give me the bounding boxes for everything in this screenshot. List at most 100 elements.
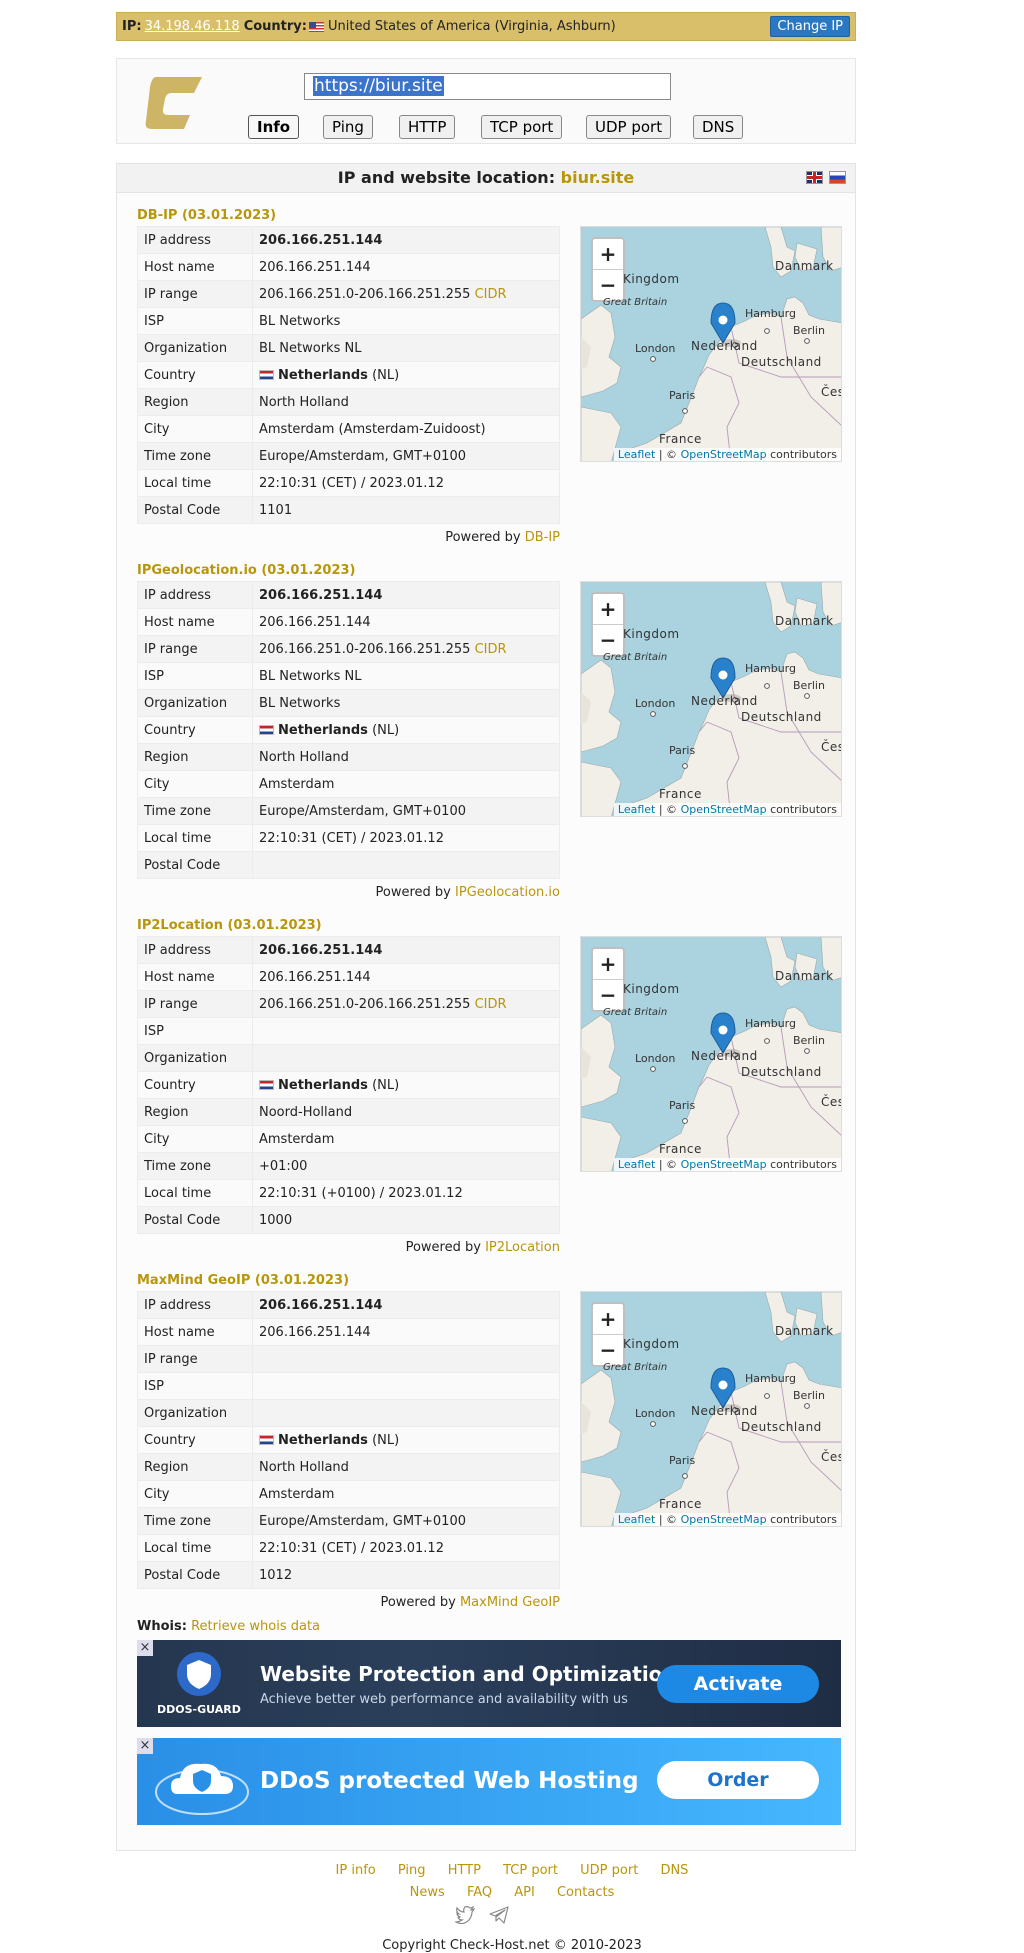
footer-link-http[interactable]: HTTP — [448, 1863, 481, 1878]
ad-ddos-hosting[interactable]: × DDoS protected Web Hosting Order — [137, 1738, 841, 1825]
whois-link[interactable]: Retrieve whois data — [191, 1619, 320, 1634]
provider-link[interactable]: IPGeolocation.io — [455, 885, 560, 900]
footer-link-api[interactable]: API — [514, 1885, 535, 1900]
provider-link[interactable]: DB-IP — [525, 530, 560, 545]
footer-link-ping[interactable]: Ping — [398, 1863, 426, 1878]
map-label: Danmark — [775, 969, 834, 983]
tab-ping[interactable]: Ping — [323, 115, 373, 139]
row-value-cell: 22:10:31 (CET) / 2023.01.12 — [252, 469, 560, 497]
row-label: Organization — [137, 1399, 253, 1427]
map-label: London — [635, 697, 676, 710]
table-row: Country Netherlands (NL) — [137, 716, 560, 744]
row-label: Local time — [137, 1534, 253, 1562]
zoom-controls: + − — [591, 1302, 625, 1367]
osm-link[interactable]: OpenStreetMap — [681, 448, 767, 461]
ad-title: Website Protection and Optimization — [260, 1662, 677, 1686]
footer-link-ip-info[interactable]: IP info — [336, 1863, 376, 1878]
provider-link[interactable]: MaxMind GeoIP — [460, 1595, 560, 1610]
leaflet-link[interactable]: Leaflet — [618, 803, 655, 816]
map-label: France — [659, 432, 702, 446]
zoom-out-button[interactable]: − — [593, 1335, 623, 1365]
row-value: 206.166.251.144 — [259, 259, 371, 275]
leaflet-link[interactable]: Leaflet — [618, 448, 655, 461]
osm-link[interactable]: OpenStreetMap — [681, 1158, 767, 1171]
footer-link-udp-port[interactable]: UDP port — [580, 1863, 638, 1878]
zoom-in-button[interactable]: + — [593, 1304, 623, 1335]
footer-link-dns[interactable]: DNS — [660, 1863, 688, 1878]
telegram-icon[interactable] — [489, 1906, 509, 1924]
footer-link-tcp-port[interactable]: TCP port — [503, 1863, 558, 1878]
row-label: City — [137, 770, 253, 798]
row-label: Postal Code — [137, 851, 253, 879]
ip-value-link[interactable]: 34.198.46.118 — [145, 19, 240, 34]
tab-info[interactable]: Info — [248, 115, 300, 139]
ad-ddos-guard[interactable]: × DDOS-GUARD Website Protection and Opti… — [137, 1640, 841, 1727]
check-host-logo-icon[interactable] — [144, 75, 204, 131]
zoom-in-button[interactable]: + — [593, 594, 623, 625]
order-button[interactable]: Order — [657, 1761, 819, 1799]
row-value: Amsterdam — [259, 1131, 335, 1147]
tab-tcp-port[interactable]: TCP port — [481, 115, 563, 139]
powered-by: Powered by MaxMind GeoIP — [137, 1595, 560, 1610]
footer-link-faq[interactable]: FAQ — [467, 1885, 492, 1900]
zoom-controls: + − — [591, 237, 625, 302]
zoom-in-button[interactable]: + — [593, 949, 623, 980]
row-value: 1101 — [259, 502, 293, 518]
cidr-link[interactable]: CIDR — [475, 287, 507, 302]
row-label: IP address — [137, 936, 253, 964]
cidr-link[interactable]: CIDR — [475, 997, 507, 1012]
osm-link[interactable]: OpenStreetMap — [681, 803, 767, 816]
row-value: 1012 — [259, 1567, 293, 1583]
location-map[interactable]: + − Kingdom Great Britain Danmark Hambur… — [580, 581, 842, 817]
row-value-cell: Amsterdam — [252, 1480, 560, 1508]
ad-subtitle: Achieve better web performance and avail… — [260, 1692, 628, 1707]
cidr-link[interactable]: CIDR — [475, 642, 507, 657]
osm-link[interactable]: OpenStreetMap — [681, 1513, 767, 1526]
leaflet-link[interactable]: Leaflet — [618, 1158, 655, 1171]
tab-http[interactable]: HTTP — [399, 115, 456, 139]
country-value: United States of America (Virginia, Ashb… — [327, 19, 616, 34]
row-label: City — [137, 1125, 253, 1153]
zoom-in-button[interactable]: + — [593, 239, 623, 270]
row-label: Host name — [137, 1318, 253, 1346]
english-flag-icon[interactable] — [806, 171, 823, 184]
provider-link[interactable]: IP2Location — [485, 1240, 560, 1255]
row-value: 22:10:31 (CET) / 2023.01.12 — [259, 475, 444, 491]
activate-button[interactable]: Activate — [657, 1665, 819, 1703]
row-value: North Holland — [259, 749, 349, 765]
footer-link-contacts[interactable]: Contacts — [557, 1885, 614, 1900]
row-value-country: Netherlands (NL) — [252, 716, 560, 744]
country-name: Netherlands — [278, 722, 368, 738]
row-value-cell: 206.166.251.0-206.166.251.255 CIDR — [252, 280, 560, 308]
map-label: Kingdom — [623, 1337, 680, 1351]
country-code: (NL) — [372, 1077, 400, 1093]
table-row: Postal Code — [137, 851, 560, 879]
location-map[interactable]: + − Kingdom Great Britain Danmark Hambur… — [580, 1291, 842, 1527]
row-value-cell: Europe/Amsterdam, GMT+0100 — [252, 797, 560, 825]
twitter-icon[interactable] — [455, 1906, 475, 1924]
location-map[interactable]: + − Kingdom Great Britain Danmark Hambur… — [580, 226, 842, 462]
location-map[interactable]: + − Kingdom Great Britain Danmark Hambur… — [580, 936, 842, 1172]
leaflet-link[interactable]: Leaflet — [618, 1513, 655, 1526]
map-label: Paris — [669, 1454, 696, 1467]
map-label: Česk — [821, 740, 841, 754]
zoom-out-button[interactable]: − — [593, 270, 623, 300]
footer-link-news[interactable]: News — [410, 1885, 445, 1900]
zoom-out-button[interactable]: − — [593, 980, 623, 1010]
attribution-tail: contributors — [770, 803, 837, 816]
russian-flag-icon[interactable] — [829, 171, 846, 184]
country-name: Netherlands — [278, 367, 368, 383]
url-input[interactable]: https://biur.site — [304, 73, 671, 100]
netherlands-flag-icon — [259, 1434, 274, 1445]
row-label: Organization — [137, 1044, 253, 1072]
close-ad-icon[interactable]: × — [137, 1640, 153, 1656]
geo-table: IP address 206.166.251.144 Host name 206.16… — [137, 936, 560, 1234]
tab-udp-port[interactable]: UDP port — [586, 115, 672, 139]
tab-dns[interactable]: DNS — [693, 115, 744, 139]
row-value-cell: 206.166.251.144 — [252, 608, 560, 636]
zoom-out-button[interactable]: − — [593, 625, 623, 655]
row-value: 206.166.251.0-206.166.251.255 — [259, 996, 471, 1012]
row-value-cell: North Holland — [252, 743, 560, 771]
change-ip-button[interactable]: Change IP — [770, 16, 850, 37]
row-value-cell: +01:00 — [252, 1152, 560, 1180]
